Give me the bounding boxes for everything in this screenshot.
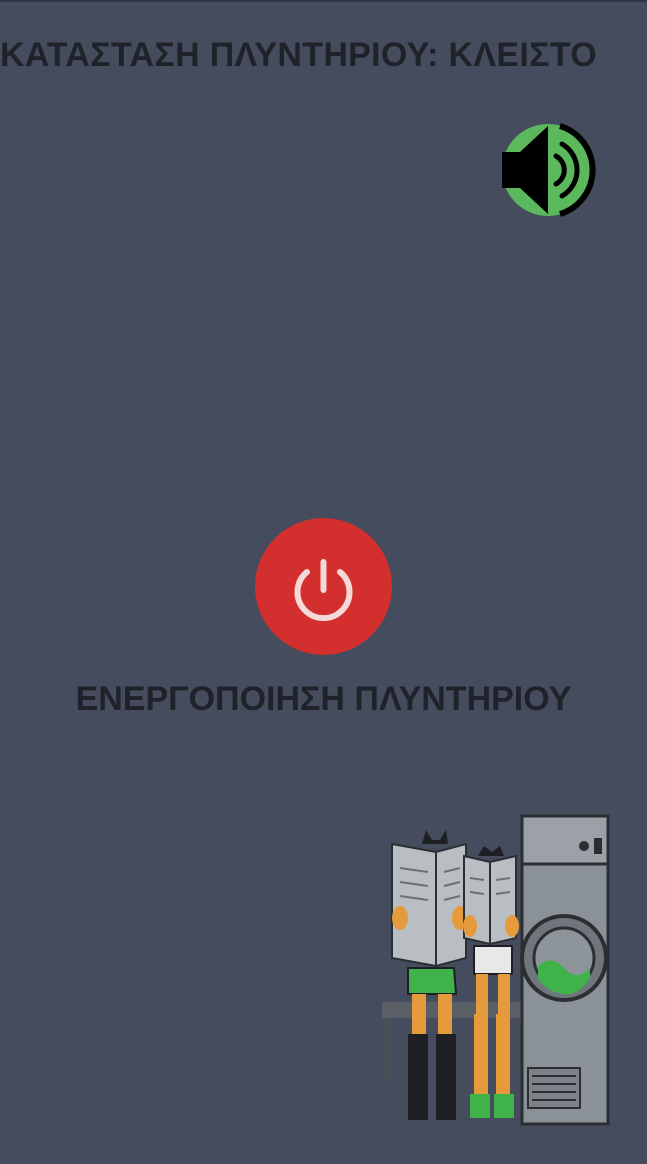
washer-status-text: ΚΑΤΑΣΤΑΣΗ ΠΛΥΝΤΗΡΙΟΥ: ΚΛΕΙΣΤΟ xyxy=(0,36,597,74)
sound-toggle-button[interactable] xyxy=(498,120,602,220)
power-on-label: ΕΝΕΡΓΟΠΟΙΗΣΗ ΠΛΥΝΤΗΡΙΟΥ xyxy=(75,680,572,718)
power-icon xyxy=(294,559,353,622)
power-on-button[interactable] xyxy=(255,518,392,655)
laundromat-illustration xyxy=(378,808,612,1128)
top-divider xyxy=(0,0,647,2)
speaker-icon xyxy=(502,123,596,217)
